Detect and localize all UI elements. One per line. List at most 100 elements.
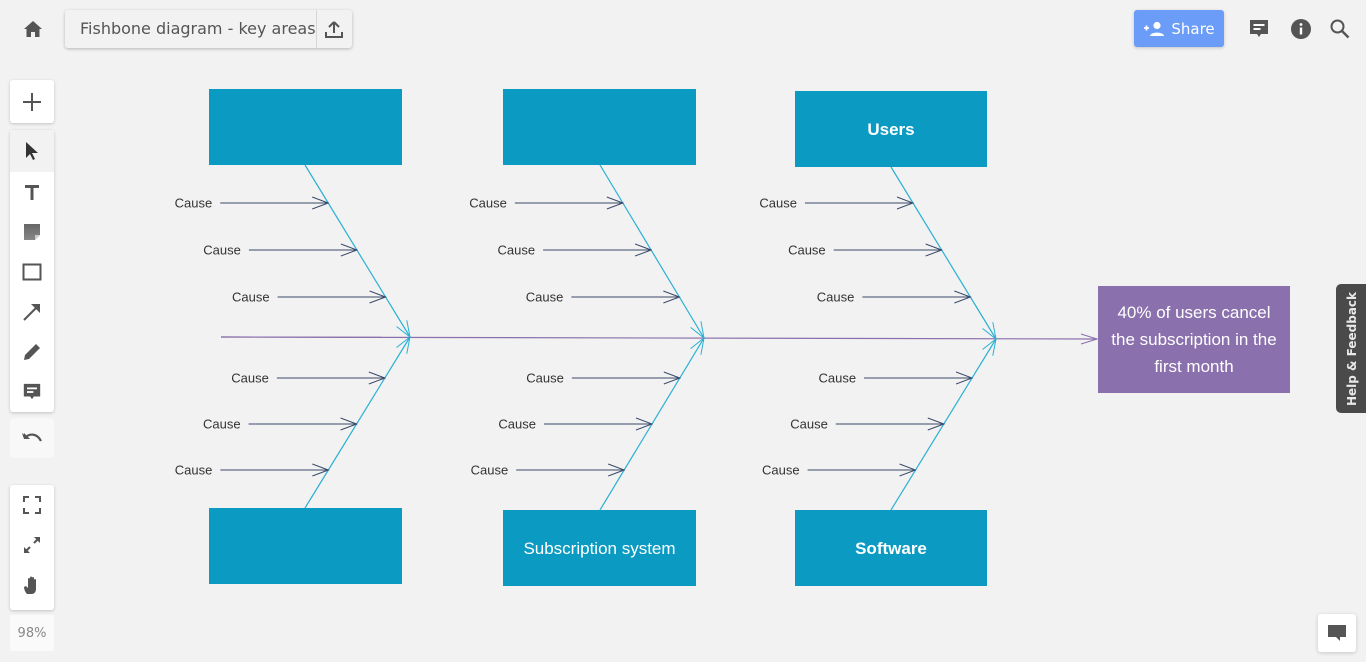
cause-label[interactable]: Cause <box>526 290 564 305</box>
category-box-rect[interactable] <box>209 508 402 584</box>
cause-label[interactable]: Cause <box>818 371 856 386</box>
bone-line[interactable] <box>304 337 410 509</box>
expand-icon <box>24 537 40 553</box>
document-title-box: Fishbone diagram - key areas <box>65 10 352 48</box>
cause-item[interactable]: Cause <box>175 463 329 478</box>
category-label: Subscription system <box>523 539 675 558</box>
effect-line-2: the subscription in the <box>1111 330 1276 349</box>
cause-item[interactable]: Cause <box>762 463 916 478</box>
category-box-top-2[interactable] <box>503 89 696 165</box>
search-icon <box>1330 19 1350 39</box>
category-top-1: Cause Cause Cause <box>175 164 410 337</box>
pencil-icon <box>24 344 40 360</box>
document-title[interactable]: Fishbone diagram - key areas <box>65 10 316 48</box>
cause-label[interactable]: Cause <box>231 371 269 386</box>
comment-icon <box>1250 20 1268 37</box>
cause-label[interactable]: Cause <box>471 463 509 478</box>
share-label: Share <box>1171 19 1215 38</box>
cause-item[interactable]: Cause <box>203 243 357 258</box>
export-button[interactable] <box>315 10 352 48</box>
effect-box[interactable]: 40% of users cancel the subscription in … <box>1098 286 1290 393</box>
add-group <box>10 80 54 123</box>
help-feedback-tab[interactable]: Help & Feedback <box>1336 284 1366 413</box>
cause-label[interactable]: Cause <box>232 290 270 305</box>
search-button[interactable] <box>1328 17 1352 41</box>
category-label: Users <box>867 120 914 139</box>
share-button[interactable]: Share <box>1134 10 1224 47</box>
chat-button[interactable] <box>1318 614 1356 652</box>
bone-line[interactable] <box>599 164 704 338</box>
sticky-note-icon <box>24 224 40 240</box>
home-icon <box>24 21 42 37</box>
cause-label[interactable]: Cause <box>498 243 536 258</box>
cause-item[interactable]: Cause <box>175 196 329 211</box>
cause-item[interactable]: Cause <box>526 290 680 305</box>
bone-line[interactable] <box>890 166 996 339</box>
cause-label[interactable]: Cause <box>203 243 241 258</box>
cause-label[interactable]: Cause <box>175 463 213 478</box>
cause-label[interactable]: Cause <box>526 371 564 386</box>
category-box-top-1[interactable] <box>209 89 402 165</box>
text-tool[interactable] <box>10 172 54 212</box>
add-person-icon <box>1144 21 1165 36</box>
comment-icon <box>23 383 41 400</box>
cause-item[interactable]: Cause <box>790 417 944 432</box>
cause-item[interactable]: Cause <box>203 417 357 432</box>
cause-label[interactable]: Cause <box>498 417 536 432</box>
fit-to-screen-button[interactable] <box>10 485 54 525</box>
cause-item[interactable]: Cause <box>817 290 971 305</box>
category-label: Software <box>855 539 927 558</box>
cause-label[interactable]: Cause <box>203 417 241 432</box>
cause-item[interactable]: Cause <box>498 243 652 258</box>
cause-item[interactable]: Cause <box>232 290 386 305</box>
bone-line[interactable] <box>304 164 410 337</box>
tools-group <box>10 130 54 412</box>
cause-label[interactable]: Cause <box>469 196 507 211</box>
cause-item[interactable]: Cause <box>526 371 680 386</box>
fit-screen-icon <box>23 496 41 514</box>
cause-item[interactable]: Cause <box>818 371 972 386</box>
cause-item[interactable]: Cause <box>759 196 913 211</box>
category-box-rect[interactable] <box>503 89 696 165</box>
cause-label[interactable]: Cause <box>175 196 213 211</box>
arrow-icon <box>23 304 40 321</box>
category-box-bottom-1[interactable] <box>209 508 402 584</box>
category-top-3: Cause Cause Cause <box>759 166 996 339</box>
cause-label[interactable]: Cause <box>817 290 855 305</box>
category-bottom-1: Cause Cause Cause <box>175 337 410 509</box>
category-box-rect[interactable] <box>209 89 402 165</box>
line-tool[interactable] <box>10 292 54 332</box>
comments-button[interactable] <box>1247 17 1271 41</box>
cause-label[interactable]: Cause <box>762 463 800 478</box>
zoom-level[interactable]: 98% <box>10 615 54 651</box>
cause-item[interactable]: Cause <box>788 243 942 258</box>
cause-item[interactable]: Cause <box>231 371 385 386</box>
cursor-icon <box>26 142 38 160</box>
fullscreen-button[interactable] <box>10 525 54 565</box>
effect-line-3: first month <box>1154 357 1233 376</box>
cause-item[interactable]: Cause <box>471 463 625 478</box>
cause-label[interactable]: Cause <box>788 243 826 258</box>
spine[interactable] <box>220 337 1097 339</box>
home-button[interactable] <box>18 14 48 44</box>
pen-tool[interactable] <box>10 332 54 372</box>
cause-label[interactable]: Cause <box>790 417 828 432</box>
shape-tool[interactable] <box>10 252 54 292</box>
category-box-top-3[interactable]: Users <box>795 91 987 167</box>
category-top-2: Cause Cause Cause <box>469 164 704 338</box>
comment-tool[interactable] <box>10 372 54 412</box>
sticky-note-tool[interactable] <box>10 212 54 252</box>
chat-icon <box>1328 625 1346 641</box>
diagram-canvas[interactable]: CauseCauseCauseCauseCauseCauseCauseCause… <box>0 0 1366 662</box>
cause-item[interactable]: Cause <box>498 417 652 432</box>
category-box-bottom-3[interactable]: Software <box>795 510 987 586</box>
effect-line-1: 40% of users cancel <box>1117 303 1270 322</box>
add-button[interactable] <box>10 80 54 123</box>
cause-item[interactable]: Cause <box>469 196 623 211</box>
undo-button[interactable] <box>10 418 54 458</box>
category-box-bottom-2[interactable]: Subscription system <box>503 510 696 586</box>
info-button[interactable] <box>1289 17 1313 41</box>
pan-button[interactable] <box>10 565 54 605</box>
cause-label[interactable]: Cause <box>759 196 797 211</box>
select-tool[interactable] <box>10 130 54 172</box>
